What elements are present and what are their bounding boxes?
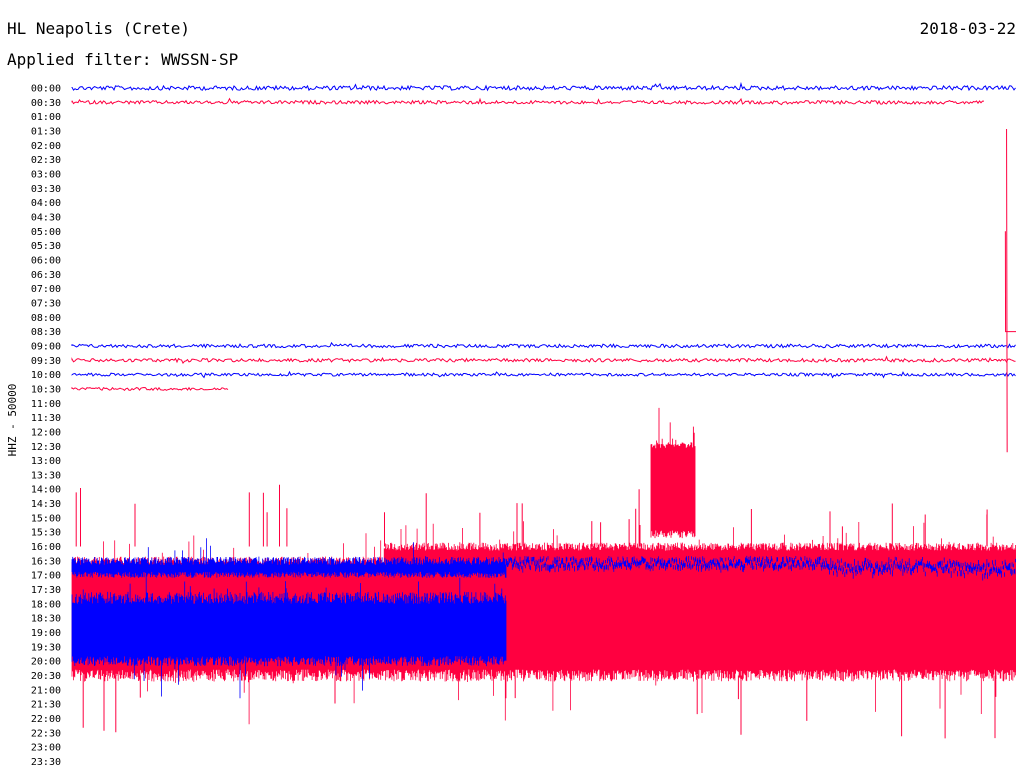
row-tick-label: 07:00 — [31, 284, 61, 295]
row-tick-label: 11:30 — [31, 413, 61, 424]
row-tick-label: 15:00 — [31, 513, 61, 524]
row-tick-label: 02:00 — [31, 141, 61, 152]
event-spike — [1004, 128, 1016, 453]
row-tick-label: 09:30 — [31, 356, 61, 367]
row-tick-label: 06:30 — [31, 270, 61, 281]
trace-line — [71, 81, 1016, 92]
row-tick-label: 21:30 — [31, 700, 61, 711]
row-tick-label: 12:00 — [31, 427, 61, 438]
row-tick-label: 04:30 — [31, 212, 61, 223]
row-tick-label: 19:00 — [31, 628, 61, 639]
row-tick-label: 01:00 — [31, 112, 61, 123]
row-tick-label: 01:30 — [31, 126, 61, 137]
row-tick-label: 17:30 — [31, 585, 61, 596]
row-tick-label: 00:00 — [31, 84, 61, 95]
row-tick-label: 09:00 — [31, 341, 61, 352]
event-burst — [650, 407, 696, 539]
row-tick-label: 11:00 — [31, 399, 61, 410]
row-tick-label: 03:30 — [31, 184, 61, 195]
row-tick-label: 02:30 — [31, 155, 61, 166]
row-tick-label: 04:00 — [31, 198, 61, 209]
trace-line — [71, 355, 1016, 365]
row-tick-label: 13:00 — [31, 456, 61, 467]
row-tick-label: 20:30 — [31, 671, 61, 682]
y-axis-label: HHZ - 50000 — [6, 384, 19, 457]
row-tick-label: 12:30 — [31, 442, 61, 453]
row-tick-label: 03:00 — [31, 169, 61, 180]
row-tick-label: 07:30 — [31, 298, 61, 309]
tick-layer: 00:00 00:30 01:00 01:30 02:00 02:30 03:00 03:30… — [31, 84, 61, 769]
trace-line — [71, 370, 1016, 379]
noise-layer — [71, 484, 1016, 739]
row-tick-label: 08:30 — [31, 327, 61, 338]
row-tick-label: 15:30 — [31, 528, 61, 539]
row-tick-label: 13:30 — [31, 470, 61, 481]
row-tick-label: 05:00 — [31, 227, 61, 238]
row-tick-label: 18:00 — [31, 599, 61, 610]
row-tick-label: 16:30 — [31, 556, 61, 567]
row-tick-label: 23:30 — [31, 757, 61, 768]
row-tick-label: 21:00 — [31, 685, 61, 696]
row-tick-label: 17:00 — [31, 571, 61, 582]
trace-line — [71, 386, 229, 391]
row-tick-label: 05:30 — [31, 241, 61, 252]
row-tick-label: 06:00 — [31, 255, 61, 266]
row-tick-label: 19:30 — [31, 642, 61, 653]
row-tick-label: 14:00 — [31, 485, 61, 496]
row-tick-label: 22:00 — [31, 714, 61, 725]
row-tick-label: 18:30 — [31, 614, 61, 625]
row-tick-label: 22:30 — [31, 728, 61, 739]
row-tick-label: 10:00 — [31, 370, 61, 381]
trace-line — [71, 341, 1016, 349]
event-layer — [650, 128, 1016, 539]
row-tick-label: 16:00 — [31, 542, 61, 553]
row-tick-label: 00:30 — [31, 98, 61, 109]
row-tick-label: 08:00 — [31, 313, 61, 324]
row-tick-label: 14:30 — [31, 499, 61, 510]
row-tick-label: 10:30 — [31, 384, 61, 395]
trace-layer — [71, 81, 1016, 391]
row-tick-label: 20:00 — [31, 657, 61, 668]
row-tick-label: 23:00 — [31, 743, 61, 754]
trace-line — [71, 97, 984, 106]
helicorder-plot: 00:00 00:30 01:00 01:30 02:00 02:30 03:00 03:30… — [6, 81, 1016, 769]
